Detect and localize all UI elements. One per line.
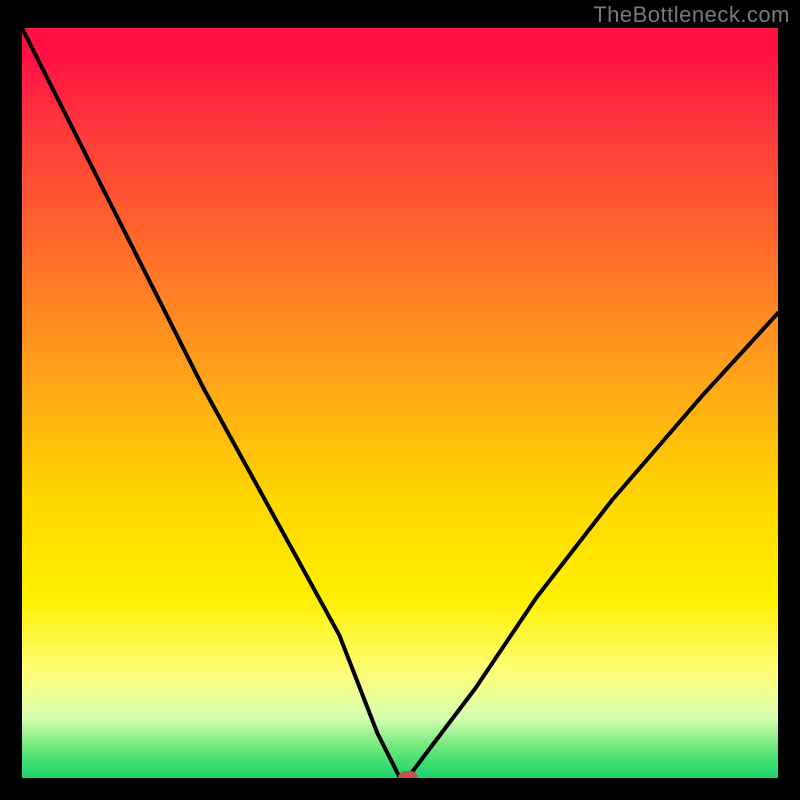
plot-area: [22, 28, 778, 778]
minimum-marker: [398, 771, 418, 778]
chart-container: TheBottleneck.com: [0, 0, 800, 800]
bottleneck-curve: [22, 28, 778, 778]
watermark-text: TheBottleneck.com: [593, 2, 790, 28]
